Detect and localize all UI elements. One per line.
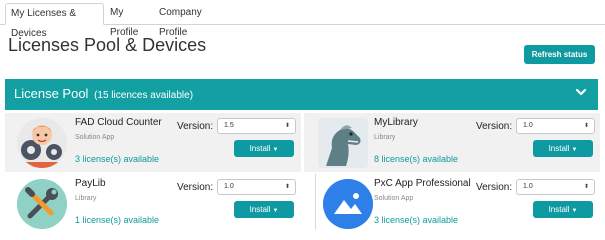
image-icon xyxy=(323,179,373,229)
license-pool-count: (15 licences available) xyxy=(94,90,194,101)
caret-down-icon: ▼ xyxy=(571,208,578,214)
tab-company-profile[interactable]: Company Profile xyxy=(154,3,226,38)
gears-face-icon xyxy=(17,118,67,168)
app-card: FAD Cloud Counter Solution App 3 license… xyxy=(5,113,301,172)
install-button[interactable]: Install ▼ xyxy=(234,201,294,218)
install-label: Install xyxy=(548,205,570,214)
version-value: 1.0 xyxy=(523,122,533,129)
version-select[interactable]: 1.0 ⬍ xyxy=(217,179,296,195)
license-availability: 1 license(s) available xyxy=(75,215,160,225)
install-label: Install xyxy=(548,144,570,153)
version-label: Version: xyxy=(177,182,214,193)
install-button[interactable]: Install ▼ xyxy=(533,140,593,157)
install-label: Install xyxy=(249,205,271,214)
version-label: Version: xyxy=(476,182,513,193)
select-arrows-icon: ⬍ xyxy=(284,123,290,129)
tab-bar: My Licenses & Devices My Profile Company… xyxy=(0,0,605,39)
caret-down-icon: ▼ xyxy=(272,147,279,153)
version-label: Version: xyxy=(476,121,513,132)
caret-down-icon: ▼ xyxy=(272,208,279,214)
app-name: PxC App Professional xyxy=(374,178,471,189)
select-arrows-icon: ⬍ xyxy=(583,123,589,129)
version-value: 1.0 xyxy=(523,183,533,190)
license-pool-title: License Pool (15 licences available) xyxy=(14,86,193,101)
license-availability: 3 license(s) available xyxy=(75,154,160,164)
page-title: Licenses Pool & Devices xyxy=(8,35,207,55)
app-category: Solution App xyxy=(374,195,414,202)
app-category: Solution App xyxy=(75,134,115,141)
version-select[interactable]: 1.5 ⬍ xyxy=(217,118,296,134)
tab-my-licenses-devices[interactable]: My Licenses & Devices xyxy=(5,3,104,39)
license-pool-header[interactable]: License Pool (15 licences available) xyxy=(5,79,598,110)
tab-my-profile[interactable]: My Profile xyxy=(105,3,151,38)
install-label: Install xyxy=(249,144,271,153)
app-name: PayLib xyxy=(75,178,106,189)
app-card: PayLib Library 1 license(s) available Ve… xyxy=(5,174,301,233)
install-button[interactable]: Install ▼ xyxy=(234,140,294,157)
license-availability: 3 license(s) available xyxy=(374,215,459,225)
app-card: MyLibrary Library 8 license(s) available… xyxy=(304,113,600,172)
app-category: Library xyxy=(75,195,97,202)
wrench-screwdriver-icon xyxy=(17,179,67,229)
dinosaur-icon xyxy=(318,118,368,168)
version-value: 1.0 xyxy=(224,183,234,190)
version-select[interactable]: 1.0 ⬍ xyxy=(516,179,595,195)
install-button[interactable]: Install ▼ xyxy=(533,201,593,218)
license-availability: 8 license(s) available xyxy=(374,154,459,164)
caret-down-icon: ▼ xyxy=(571,147,578,153)
refresh-status-button[interactable]: Refresh status xyxy=(524,45,595,64)
license-pool-label: License Pool xyxy=(14,86,89,101)
select-arrows-icon: ⬍ xyxy=(284,184,290,190)
app-category: Library xyxy=(374,134,396,141)
app-name: FAD Cloud Counter xyxy=(75,117,162,128)
version-select[interactable]: 1.0 ⬍ xyxy=(516,118,595,134)
app-card: PxC App Professional Solution App 3 lice… xyxy=(304,174,600,233)
chevron-down-icon[interactable] xyxy=(574,85,588,99)
version-value: 1.5 xyxy=(224,122,234,129)
version-label: Version: xyxy=(177,121,214,132)
app-name: MyLibrary xyxy=(374,117,418,128)
select-arrows-icon: ⬍ xyxy=(583,184,589,190)
